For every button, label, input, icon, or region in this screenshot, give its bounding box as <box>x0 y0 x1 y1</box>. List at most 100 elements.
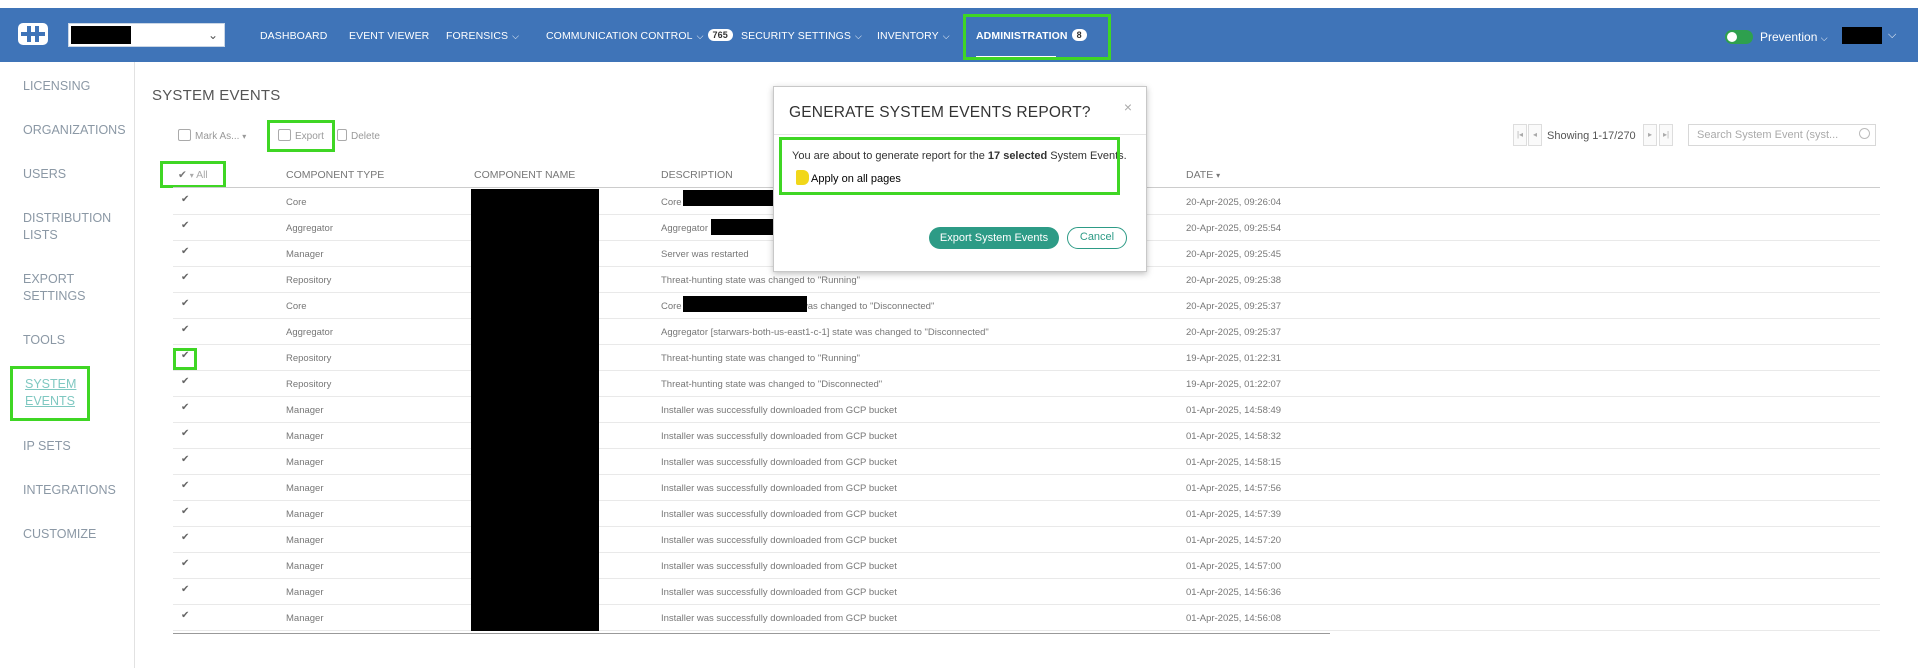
dialog-title: GENERATE SYSTEM EVENTS REPORT? <box>789 104 1091 121</box>
cell-description: Installer was successfully downloaded fr… <box>661 457 897 468</box>
row-checkbox[interactable]: ✔ <box>181 532 189 543</box>
prevention-toggle[interactable] <box>1725 30 1753 44</box>
cell-component-type: Repository <box>286 275 332 286</box>
column-header-component-type[interactable]: COMPONENT TYPE <box>286 169 384 181</box>
sidebar-item-ip-sets[interactable]: IP SETS <box>23 438 123 455</box>
search-input[interactable]: Search System Event (syst... <box>1688 124 1876 146</box>
generate-report-dialog: GENERATE SYSTEM EVENTS REPORT? × You are… <box>773 86 1147 272</box>
table-row[interactable]: ✔ Manager Installer was successfully downl… <box>173 605 1880 631</box>
search-icon <box>1859 128 1870 139</box>
row-checkbox[interactable]: ✔ <box>181 402 189 413</box>
mode-select[interactable]: Prevention ⌵ <box>1760 30 1828 44</box>
sidebar-item-customize[interactable]: CUSTOMIZE <box>23 526 123 543</box>
row-checkbox[interactable]: ✔ <box>181 480 189 491</box>
sidebar-item-tools[interactable]: TOOLS <box>23 332 123 349</box>
row-checkbox[interactable]: ✔ <box>181 376 189 387</box>
nav-dashboard[interactable]: DASHBOARD <box>260 30 327 42</box>
row-checkbox[interactable]: ✔ <box>181 194 189 205</box>
sidebar-item-export-settings[interactable]: EXPORT SETTINGS <box>23 271 103 305</box>
sidebar-item-distribution-lists[interactable]: DISTRIBUTION LISTS <box>23 210 118 244</box>
sidebar-item-organizations[interactable]: ORGANIZATIONS <box>23 122 126 139</box>
organization-select[interactable]: ⌄ <box>68 23 225 47</box>
first-page-button[interactable]: |◂ <box>1513 124 1527 146</box>
row-checkbox[interactable]: ✔ <box>181 324 189 335</box>
column-header-date[interactable]: DATE ▾ <box>1186 169 1220 181</box>
sidebar-item-integrations[interactable]: INTEGRATIONS <box>23 482 123 499</box>
cell-description: Installer was successfully downloaded fr… <box>661 509 897 520</box>
table-row[interactable]: ✔ Manager Installer was successfully downl… <box>173 449 1880 475</box>
table-row[interactable]: ✔ Manager Installer was successfully downl… <box>173 397 1880 423</box>
cell-date: 20-Apr-2025, 09:25:37 <box>1186 327 1282 338</box>
row-checkbox[interactable]: ✔ <box>181 610 189 621</box>
export-system-events-button[interactable]: Export System Events <box>929 227 1059 249</box>
table-row[interactable]: ✔ Repository Threat-hunting state was chan… <box>173 371 1880 397</box>
table-row[interactable]: ✔ Manager Installer was successfully downl… <box>173 475 1880 501</box>
sidebar-item-users[interactable]: USERS <box>23 166 123 183</box>
nav-forensics[interactable]: FORENSICS ⌵ <box>446 30 519 42</box>
sidebar-item-system-events[interactable]: SYSTEM EVENTS <box>25 376 85 410</box>
chevron-down-icon: ⌵ <box>942 31 950 41</box>
sort-desc-icon: ▾ <box>1216 171 1221 180</box>
cell-description: Threat-hunting state was changed to "Run… <box>661 353 860 364</box>
cell-component-type: Repository <box>286 353 332 364</box>
last-page-button[interactable]: ▸| <box>1659 124 1673 146</box>
sidebar-item-licensing[interactable]: LICENSING <box>23 78 123 95</box>
row-checkbox[interactable]: ✔ <box>181 506 189 517</box>
administration-count-badge: 8 <box>1071 29 1087 41</box>
chevron-down-icon: ⌵ <box>512 31 520 41</box>
cell-description: Threat-hunting state was changed to "Run… <box>661 275 860 286</box>
row-checkbox[interactable]: ✔ <box>181 350 189 361</box>
cell-date: 20-Apr-2025, 09:25:37 <box>1186 301 1282 312</box>
row-checkbox[interactable]: ✔ <box>181 298 189 309</box>
prev-page-button[interactable]: ◂ <box>1528 124 1542 146</box>
redacted-user-name[interactable] <box>1842 27 1882 44</box>
row-checkbox[interactable]: ✔ <box>181 558 189 569</box>
cell-component-type: Manager <box>286 561 324 572</box>
nav-administration[interactable]: ADMINISTRATION 8 <box>976 29 1087 42</box>
table-row[interactable]: ✔ Manager Installer was successfully downl… <box>173 527 1880 553</box>
table-row[interactable]: ✔ Manager Installer was successfully downl… <box>173 423 1880 449</box>
cell-date: 01-Apr-2025, 14:57:20 <box>1186 535 1282 546</box>
cell-date: 20-Apr-2025, 09:25:45 <box>1186 249 1282 260</box>
table-row[interactable]: ✔ Core Core state was changed to "Disconnec… <box>173 293 1880 319</box>
cell-date: 01-Apr-2025, 14:58:49 <box>1186 405 1282 416</box>
row-checkbox[interactable]: ✔ <box>181 246 189 257</box>
cell-date: 01-Apr-2025, 14:58:32 <box>1186 431 1282 442</box>
select-all-checkbox[interactable]: ✔ ▾ All <box>178 169 208 181</box>
row-checkbox[interactable]: ✔ <box>181 272 189 283</box>
row-checkbox[interactable]: ✔ <box>181 220 189 231</box>
cell-component-type: Manager <box>286 483 324 494</box>
row-checkbox[interactable]: ✔ <box>181 454 189 465</box>
table-row[interactable]: ✔ Aggregator Aggregator [starwars-both-us-… <box>173 319 1880 345</box>
cell-component-type: Aggregator <box>286 327 334 338</box>
apply-on-all-pages-checkbox[interactable]: Apply on all pages <box>796 170 901 185</box>
column-header-component-name[interactable]: COMPONENT NAME <box>474 169 575 181</box>
next-page-button[interactable]: ▸ <box>1643 124 1657 146</box>
row-checkbox[interactable]: ✔ <box>181 584 189 595</box>
chevron-down-icon[interactable]: ⌵ <box>1888 29 1896 42</box>
cell-component-type: Manager <box>286 509 324 520</box>
delete-button[interactable]: Delete <box>337 129 380 142</box>
cell-component-type: Manager <box>286 535 324 546</box>
export-icon <box>278 129 291 141</box>
fortinet-logo-icon[interactable] <box>18 23 48 45</box>
column-header-description[interactable]: DESCRIPTION <box>661 169 733 181</box>
cell-date: 19-Apr-2025, 01:22:07 <box>1186 379 1282 390</box>
cell-description: Aggregator [starwars-both-us-east1-c-1] … <box>661 327 989 338</box>
nav-event-viewer[interactable]: EVENT VIEWER <box>349 30 429 42</box>
export-button[interactable]: Export <box>278 129 324 142</box>
redacted-component-names <box>471 189 599 631</box>
nav-inventory[interactable]: INVENTORY ⌵ <box>877 30 950 42</box>
nav-security-settings[interactable]: SECURITY SETTINGS ⌵ <box>741 30 862 42</box>
cell-date: 01-Apr-2025, 14:56:36 <box>1186 587 1282 598</box>
table-row[interactable]: ✔ Manager Installer was successfully downl… <box>173 501 1880 527</box>
nav-communication-control[interactable]: COMMUNICATION CONTROL ⌵ 765 <box>546 29 733 42</box>
trash-icon <box>337 129 347 141</box>
table-row[interactable]: ✔ Repository Threat-hunting state was chan… <box>173 345 1880 371</box>
table-row[interactable]: ✔ Manager Installer was successfully downl… <box>173 579 1880 605</box>
mark-as-button[interactable]: Mark As... ▾ <box>178 129 246 142</box>
cancel-button[interactable]: Cancel <box>1067 227 1127 249</box>
table-row[interactable]: ✔ Manager Installer was successfully downl… <box>173 553 1880 579</box>
close-icon[interactable]: × <box>1124 99 1132 115</box>
row-checkbox[interactable]: ✔ <box>181 428 189 439</box>
